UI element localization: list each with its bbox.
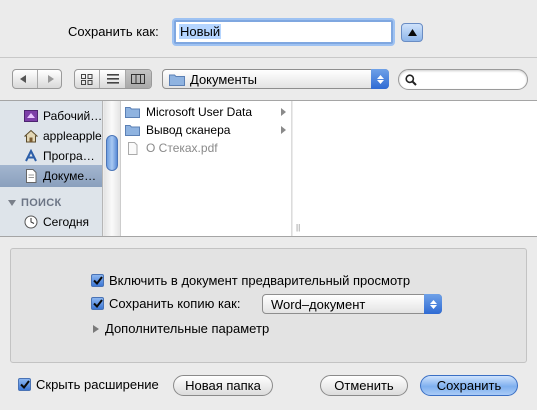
save-as-value: Новый: [179, 24, 222, 39]
sidebar-item-home[interactable]: appleapple: [0, 125, 102, 147]
sidebar-item-label: Сегодня: [43, 215, 89, 229]
more-options-label[interactable]: Дополнительные параметр: [105, 321, 269, 336]
location-popup[interactable]: Документы: [162, 69, 389, 89]
popup-arrows-icon: [371, 69, 389, 89]
new-folder-button[interactable]: Новая папка: [173, 375, 273, 396]
sidebar-item-desktop[interactable]: Рабочий…: [0, 105, 103, 127]
include-preview-checkbox[interactable]: [91, 274, 104, 287]
checkmark-icon: [92, 276, 103, 285]
popup-arrows-icon: [424, 294, 442, 314]
list-item-folder[interactable]: Вывод сканера: [125, 122, 290, 138]
column-view-icon: [131, 74, 146, 84]
list-item-folder[interactable]: Microsoft User Data: [125, 104, 290, 120]
cancel-button[interactable]: Отменить: [320, 375, 408, 396]
forward-arrow-icon: [47, 75, 54, 83]
sidebar-scrollbar[interactable]: [104, 101, 121, 236]
sidebar-search-header-label: ПОИСК: [21, 197, 62, 209]
documents-icon: [26, 169, 37, 183]
format-value: Word–документ: [271, 296, 366, 312]
folder-icon: [169, 74, 185, 86]
save-as-label: Сохранить как:: [68, 24, 159, 39]
forward-button[interactable]: [38, 70, 62, 88]
header-divider: [0, 57, 537, 58]
icon-view-button[interactable]: [75, 70, 101, 88]
sidebar-search-header[interactable]: ПОИСК: [8, 197, 62, 209]
save-copy-label: Сохранить копию как:: [109, 296, 241, 311]
sidebar-item-applications[interactable]: Програ…: [0, 145, 102, 167]
back-forward-control: [12, 69, 62, 89]
include-preview-label: Включить в документ предварительный прос…: [109, 273, 411, 288]
list-item-file[interactable]: О Стеках.pdf: [125, 140, 290, 156]
sidebar-item-label: appleapple: [43, 129, 102, 143]
location-label: Документы: [190, 71, 258, 87]
home-icon: [24, 129, 38, 143]
checkmark-icon: [19, 380, 30, 389]
collapse-dialog-button[interactable]: [401, 23, 423, 42]
sidebar: Рабочий… appleapple Програ… Докуме… ПОИС…: [0, 101, 103, 236]
disclosure-down-icon: [8, 200, 16, 207]
sidebar-item-label: Рабочий…: [43, 109, 103, 123]
list-view-button[interactable]: [100, 70, 126, 88]
save-as-input[interactable]: Новый: [174, 20, 393, 44]
back-arrow-icon: [20, 75, 27, 83]
list-item-label: О Стеках.pdf: [146, 141, 218, 155]
sidebar-item-label: Докуме…: [43, 169, 97, 183]
file-browser: Рабочий… appleapple Програ… Докуме… ПОИС…: [0, 100, 537, 237]
save-copy-checkbox[interactable]: [91, 297, 104, 310]
disclosure-right-icon[interactable]: [93, 325, 99, 333]
folder-icon: [125, 107, 140, 118]
column-view-button[interactable]: [125, 70, 151, 88]
checkmark-icon: [92, 299, 103, 308]
hide-extension-checkbox[interactable]: [18, 378, 31, 391]
list-item-label: Вывод сканера: [146, 123, 231, 137]
back-button[interactable]: [13, 70, 38, 88]
view-mode-control: [74, 69, 152, 89]
browser-column-2: [293, 101, 537, 236]
list-view-icon: [106, 74, 119, 84]
hide-extension-label: Скрыть расширение: [36, 377, 159, 392]
search-icon: [405, 73, 417, 86]
list-item-label: Microsoft User Data: [146, 105, 253, 119]
sidebar-item-today[interactable]: Сегодня: [0, 211, 102, 233]
icon-view-icon: [81, 73, 93, 85]
folder-icon: [125, 125, 140, 136]
desktop-icon: [24, 110, 38, 122]
search-field[interactable]: [398, 69, 528, 90]
triangle-up-icon: [407, 29, 417, 36]
chevron-right-icon: [281, 108, 286, 116]
sidebar-item-documents[interactable]: Докуме…: [0, 165, 102, 187]
pdf-file-icon: [128, 141, 138, 155]
chevron-right-icon: [281, 126, 286, 134]
sidebar-item-label: Програ…: [43, 149, 95, 163]
format-popup[interactable]: Word–документ: [262, 294, 442, 314]
save-button[interactable]: Сохранить: [420, 375, 518, 396]
save-dialog: Сохранить как: Новый Документы Рабочий… …: [0, 0, 537, 410]
scrollbar-thumb[interactable]: [106, 135, 118, 171]
column-resize-handle[interactable]: ||: [296, 223, 300, 232]
applications-icon: [25, 149, 37, 162]
clock-icon: [24, 215, 38, 229]
